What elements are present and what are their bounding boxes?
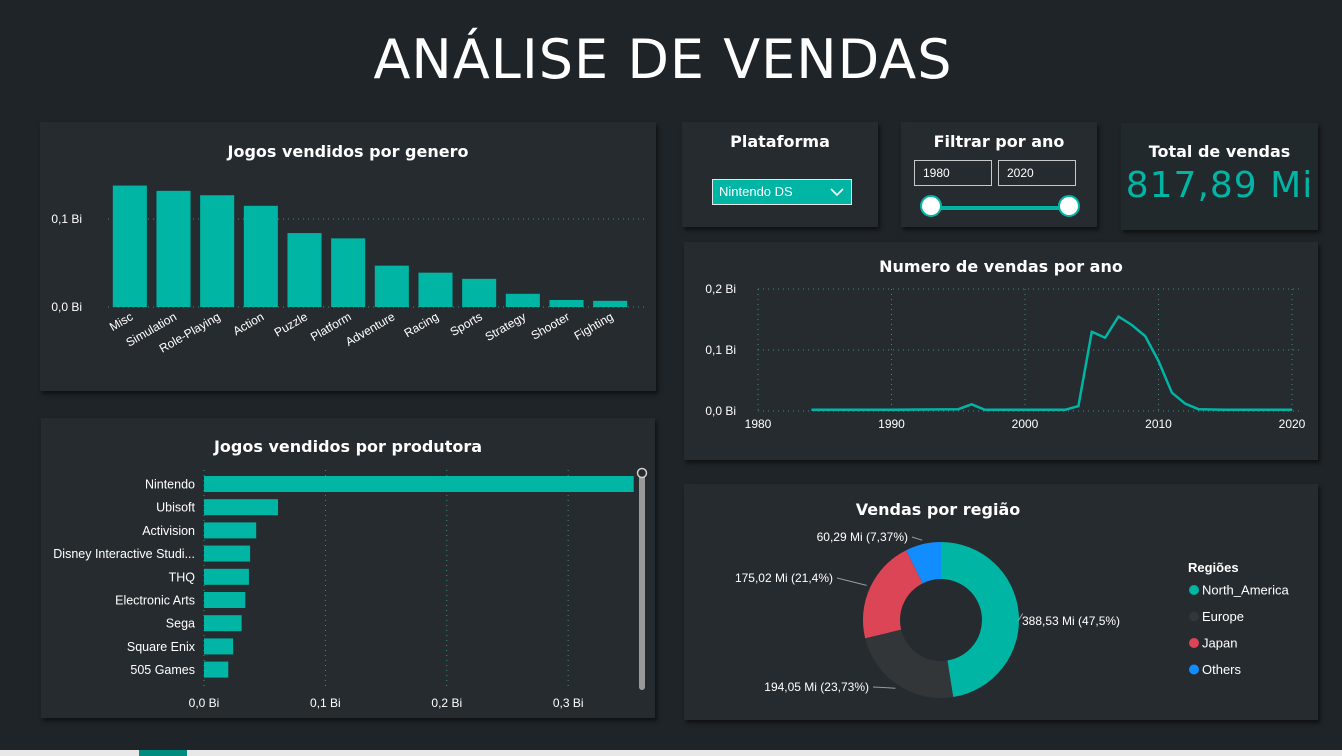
platform-dropdown-value: Nintendo DS — [719, 184, 793, 199]
region-donut-chart[interactable]: 388,53 Mi (47,5%) 194,05 Mi (23,73%) 175,0… — [684, 484, 1318, 720]
page-title: ANÁLISE DE VENDAS — [373, 28, 953, 91]
publisher-category-label: Ubisoft — [156, 501, 195, 515]
publisher-category-label: Square Enix — [127, 640, 196, 654]
publisher-chart-card: Jogos vendidos por produtora 0,0 Bi 0,1 B… — [41, 418, 655, 718]
year-chart-card: Numero de vendas por ano 0,0 Bi 0,1 Bi 0,2… — [684, 242, 1318, 460]
platform-filter-title: Plataforma — [730, 132, 830, 151]
genre-category-label: Sports — [448, 309, 485, 338]
year-xtick-label: 1990 — [878, 417, 905, 431]
year-slider-handle-end[interactable] — [1058, 195, 1080, 217]
region-data-label: 60,29 Mi (7,37%) — [817, 530, 908, 544]
publisher-category-label: Disney Interactive Studi... — [53, 547, 195, 561]
publisher-category-label: Electronic Arts — [115, 594, 195, 608]
publisher-category-label: THQ — [169, 570, 196, 584]
year-filter-title: Filtrar por ano — [933, 132, 1065, 151]
region-legend-title: Regiões — [1188, 560, 1239, 575]
genre-category-label: Racing — [402, 309, 441, 340]
publisher-category-label: Sega — [166, 617, 195, 631]
genre-category-label: Misc — [107, 309, 135, 333]
genre-bar — [200, 195, 235, 307]
region-legend-marker — [1189, 611, 1199, 622]
year-line-chart[interactable]: 0,0 Bi 0,1 Bi 0,2 Bi 1980 1990 2000 2010 2020 — [684, 242, 1318, 460]
publisher-category-label: Nintendo — [145, 478, 195, 492]
genre-bar — [462, 278, 497, 307]
publisher-category-label: 505 Games — [130, 663, 195, 677]
genre-bar — [593, 300, 628, 307]
year-xtick-label: 1980 — [745, 417, 772, 431]
genre-bar — [331, 238, 366, 307]
genre-bar — [243, 205, 278, 307]
genre-chart-card: Jogos vendidos por genero 0,0 Bi 0,1 Bi Mi… — [40, 122, 656, 391]
year-series-line — [811, 315, 1292, 412]
publisher-bar — [204, 615, 242, 632]
platform-dropdown[interactable]: Nintendo DS — [712, 179, 852, 205]
year-ytick-label: 0,0 Bi — [705, 404, 736, 418]
genre-category-label: Puzzle — [272, 309, 310, 339]
publisher-bar — [204, 592, 246, 608]
region-data-label: 388,53 Mi (47,5%) — [1022, 614, 1120, 628]
genre-bar — [287, 233, 322, 307]
platform-filter-card: Plataforma Nintendo DS — [682, 122, 878, 227]
publisher-scrollbar — [639, 470, 645, 690]
publisher-scrollbar-thumb — [636, 467, 648, 479]
publisher-bar — [204, 522, 257, 539]
publisher-category-label: Activision — [142, 524, 195, 538]
genre-category-label: Shooter — [529, 309, 572, 342]
region-legend-label: Japan — [1202, 636, 1237, 651]
genre-ytick-label: 0,0 Bi — [51, 300, 82, 314]
genre-bar — [418, 272, 453, 307]
genre-bar — [505, 293, 540, 307]
genre-category-label: Action — [230, 309, 266, 338]
region-leader-line — [836, 577, 867, 586]
publisher-bar — [204, 638, 234, 655]
publisher-bar — [204, 499, 279, 516]
publisher-bar — [204, 476, 634, 492]
publisher-bar — [204, 545, 251, 562]
region-legend-label: North_America — [1202, 583, 1289, 598]
year-ytick-label: 0,2 Bi — [705, 282, 736, 296]
genre-bar — [549, 299, 584, 307]
region-legend-marker — [1189, 664, 1199, 675]
region-legend-label: Others — [1202, 662, 1242, 677]
region-leader-line — [872, 686, 896, 689]
genre-bar — [156, 190, 191, 307]
genre-category-label: Strategy — [483, 309, 529, 343]
total-sales-title: Total de vendas — [1148, 142, 1291, 161]
genre-bar-chart[interactable]: 0,0 Bi0,1 BiMiscSimulationRole-Playing Ac… — [40, 122, 656, 391]
publisher-xtick-label: 0,3 Bi — [553, 696, 584, 710]
total-sales-card: Total de vendas 817,89 Mi — [1121, 123, 1318, 230]
genre-category-label: Adventure — [343, 309, 398, 349]
year-filter-card: Filtrar por ano 1980 2020 — [901, 122, 1097, 227]
publisher-xtick-label: 0,1 Bi — [310, 696, 341, 710]
publisher-bar — [204, 661, 229, 678]
genre-ytick-label: 0,1 Bi — [51, 212, 82, 226]
year-from-input[interactable]: 1980 — [914, 160, 992, 186]
year-ytick-label: 0,1 Bi — [705, 343, 736, 357]
year-xtick-label: 2020 — [1279, 417, 1306, 431]
region-chart-card: Vendas por região 388,53 Mi (47,5%) 194,0… — [684, 484, 1318, 720]
genre-bar — [374, 265, 409, 307]
genre-category-label: Fighting — [572, 309, 616, 342]
genre-bar — [112, 185, 147, 307]
total-sales-value: 817,89 Mi — [1125, 165, 1314, 206]
region-leader-line — [911, 536, 923, 541]
page-tab-active[interactable] — [139, 750, 187, 756]
year-slider-track[interactable] — [931, 206, 1069, 210]
year-to-input[interactable]: 2020 — [998, 160, 1076, 186]
publisher-bar — [204, 568, 249, 585]
publisher-xtick-label: 0,2 Bi — [431, 696, 462, 710]
publisher-bar-chart[interactable]: 0,0 Bi 0,1 Bi 0,2 Bi 0,3 Bi Nintendo Ubisoft A… — [41, 418, 655, 718]
year-xtick-label: 2000 — [1012, 417, 1039, 431]
region-data-label: 175,02 Mi (21,4%) — [735, 571, 833, 585]
region-legend-label: Europe — [1202, 609, 1244, 624]
publisher-xtick-label: 0,0 Bi — [189, 696, 220, 710]
year-slider-handle-start[interactable] — [920, 195, 942, 217]
chevron-down-icon — [829, 180, 845, 212]
region-data-label: 194,05 Mi (23,73%) — [764, 680, 869, 694]
region-legend-marker — [1189, 638, 1199, 648]
page-tabs-bar — [0, 750, 1342, 756]
region-legend-marker — [1189, 585, 1199, 595]
year-xtick-label: 2010 — [1145, 417, 1172, 431]
region-slice — [941, 542, 1019, 698]
